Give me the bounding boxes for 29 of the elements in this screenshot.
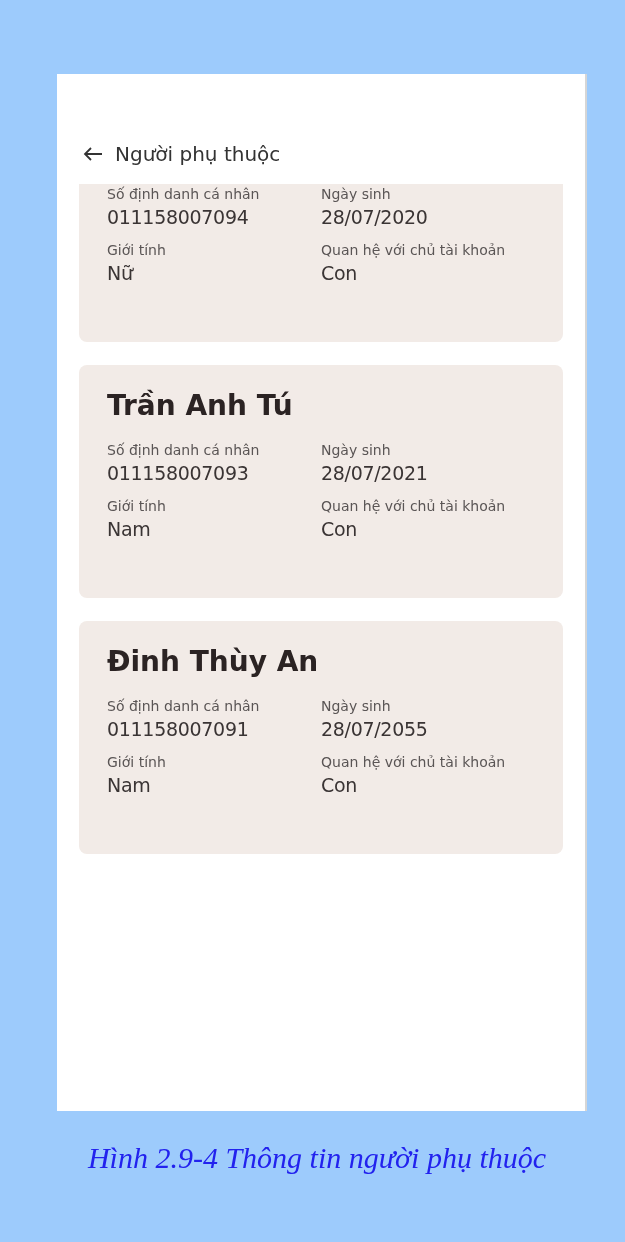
figure-caption: Hình 2.9-4 Thông tin người phụ thuộc xyxy=(86,1141,548,1175)
dependent-name: Đinh Thùy An xyxy=(107,645,320,678)
field-label: Ngày sinh xyxy=(321,186,392,202)
field-value: Nữ xyxy=(107,262,135,284)
field-value: Con xyxy=(321,774,359,796)
field-label: Số định danh cá nhân xyxy=(107,186,261,202)
field-label: Số định danh cá nhân xyxy=(107,698,261,714)
field-value: 011158007093 xyxy=(107,462,250,484)
field-label: Quan hệ với chủ tài khoản xyxy=(321,498,507,514)
field-label: Giới tính xyxy=(107,242,167,258)
page-title: Người phụ thuộc xyxy=(115,142,281,166)
field-label: Quan hệ với chủ tài khoản xyxy=(321,242,507,258)
field-label: Giới tính xyxy=(107,754,167,770)
field-value: Nam xyxy=(107,774,152,796)
field-value: 011158007094 xyxy=(107,206,250,228)
field-value: 28/07/2055 xyxy=(321,718,429,740)
field-value: Nam xyxy=(107,518,152,540)
field-label: Quan hệ với chủ tài khoản xyxy=(321,754,507,770)
field-value: Con xyxy=(321,262,359,284)
field-value: 28/07/2021 xyxy=(321,462,429,484)
field-label: Giới tính xyxy=(107,498,167,514)
field-label: Ngày sinh xyxy=(321,442,392,458)
field-label: Ngày sinh xyxy=(321,698,392,714)
field-value: Con xyxy=(321,518,359,540)
back-arrow-icon[interactable] xyxy=(83,146,103,162)
field-value: 011158007091 xyxy=(107,718,250,740)
field-value: 28/07/2020 xyxy=(321,206,429,228)
field-label: Số định danh cá nhân xyxy=(107,442,261,458)
dependent-name: Trần Anh Tú xyxy=(107,389,294,422)
